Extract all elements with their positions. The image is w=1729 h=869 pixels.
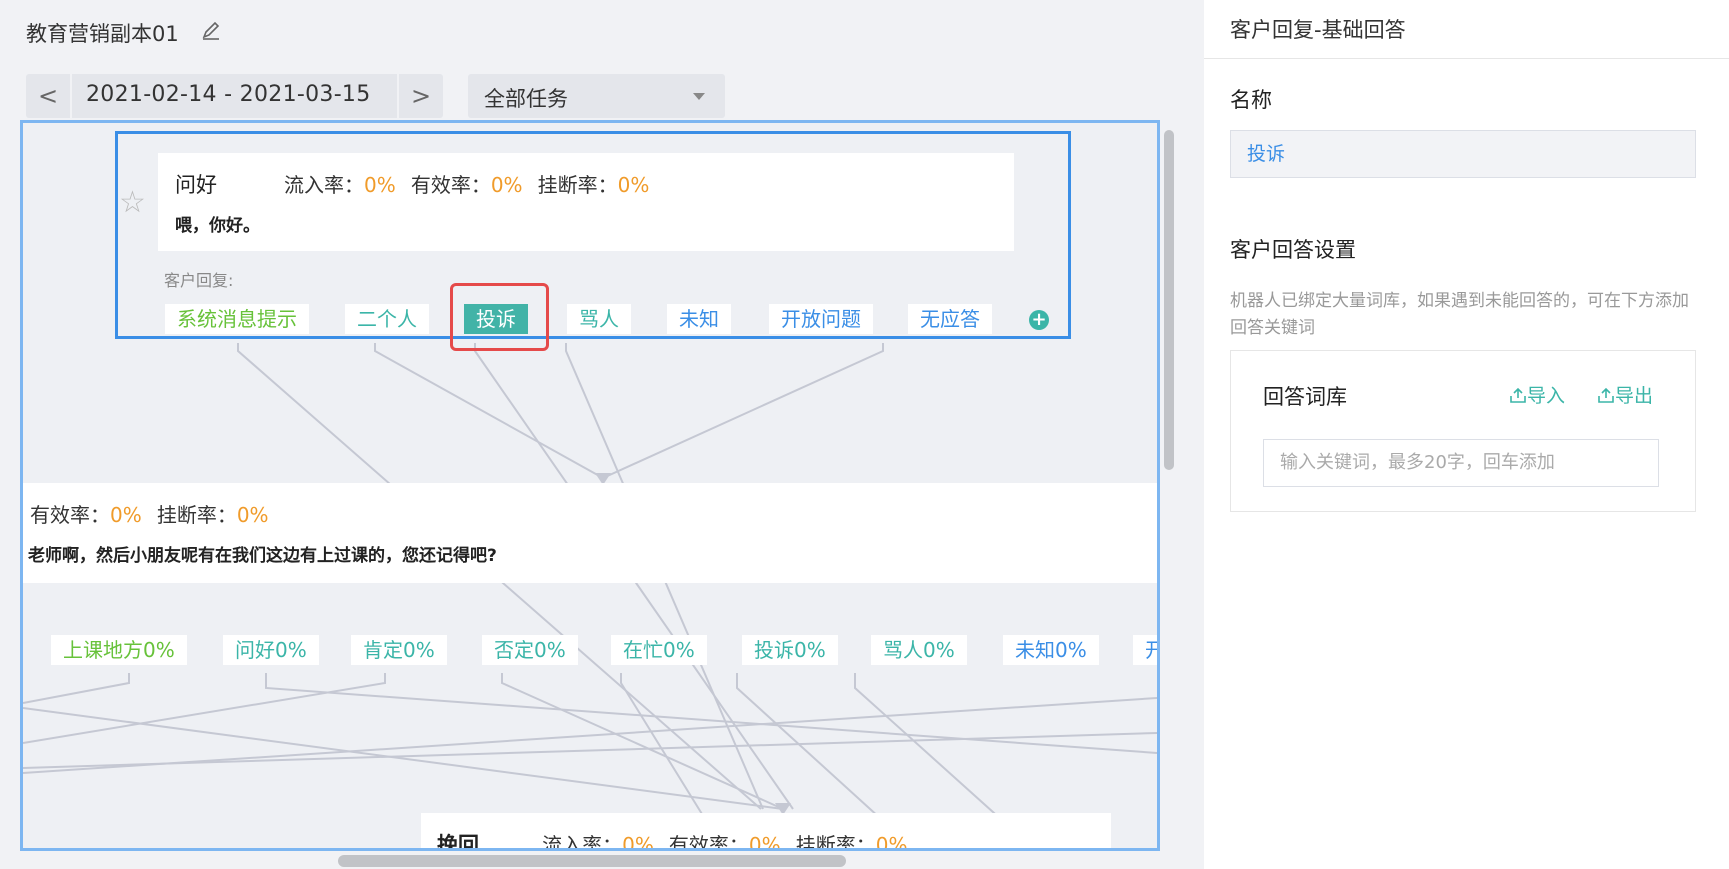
import-label: 导入 [1527,385,1566,407]
prev-date-button[interactable]: < [26,74,72,118]
export-label: 导出 [1615,385,1654,407]
chevron-left-icon: < [37,82,59,110]
reply-tag-busy[interactable]: 在忙0% [611,635,707,665]
node-name: 挽回 [437,833,479,851]
reply-tag-greeting[interactable]: 问好0% [223,635,319,665]
inflow-value: 0% [622,833,654,851]
flow-canvas[interactable]: 问好 流入率：0% 有效率：0% 挂断率：0% 喂，你好。 ☆ 客户回复: 系统… [20,120,1160,851]
valid-value: 0% [110,503,142,527]
import-icon [1510,387,1526,403]
horizontal-scrollbar[interactable] [338,855,846,867]
node-followup-card[interactable]: 有效率：0% 挂断率：0% 老师啊，然后小朋友呢有在我们这边有上过课的，您还记得… [23,483,1157,583]
hangup-value: 0% [236,503,269,527]
highlighted-tag-outline [450,283,549,351]
node-retain-card[interactable]: 挽回 流入率：0% 有效率：0% 挂断率：0% [421,813,1111,851]
valid-label: 有效率： [30,503,110,527]
edit-pencil-icon[interactable] [200,20,222,42]
export-button[interactable]: 导出 [1597,381,1653,408]
chevron-down-icon [693,93,705,100]
reply-tag-open-truncated[interactable]: 开 [1133,635,1157,665]
reply-settings-panel: 客户回复-基础回答 名称 投诉 客户回答设置 机器人已绑定大量词库，如果遇到未能… [1204,0,1729,869]
selected-node-outline [115,131,1071,339]
date-range-text: 2021-02-14 - 2021-03-15 [86,82,371,107]
reply-tag-unknown[interactable]: 未知0% [1003,635,1099,665]
answer-settings-hint: 机器人已绑定大量词库，如果遇到未能回答的，可在下方添加回答关键词 [1230,291,1689,338]
chevron-right-icon: > [410,82,432,110]
reply-tag-location[interactable]: 上课地方0% [51,635,187,665]
reply-tag-affirm[interactable]: 肯定0% [351,635,447,665]
valid-value: 0% [748,833,781,851]
valid-label: 有效率： [668,833,749,851]
flow-title: 教育营销副本01 [26,22,179,46]
next-date-button[interactable]: > [397,74,443,118]
divider [1204,58,1729,59]
keyword-input[interactable]: 输入关键词，最多20字，回车添加 [1263,439,1659,487]
hangup-label: 挂断率： [156,503,237,527]
node-header: 挽回 流入率：0% 有效率：0% 挂断率：0% [437,829,908,851]
reply-tag-deny[interactable]: 否定0% [482,635,578,665]
hangup-label: 挂断率： [795,833,876,851]
import-button[interactable]: 导入 [1509,381,1565,408]
date-range-picker[interactable]: < 2021-02-14 - 2021-03-15 > [26,74,443,118]
task-filter-select[interactable]: 全部任务 [468,74,725,118]
node-stats: 有效率：0% 挂断率：0% [30,499,269,528]
reply-tag-abuse[interactable]: 骂人0% [871,635,967,665]
name-field[interactable]: 投诉 [1230,130,1696,178]
task-filter-value: 全部任务 [484,87,568,111]
node-script-text: 老师啊，然后小朋友呢有在我们这边有上过课的，您还记得吧? [28,546,497,566]
name-label: 名称 [1230,88,1272,112]
export-icon [1598,387,1614,403]
hangup-value: 0% [875,833,908,851]
inflow-label: 流入率： [542,833,623,851]
panel-title: 客户回复-基础回答 [1230,18,1406,42]
answer-settings-title: 客户回答设置 [1230,238,1356,262]
vertical-scrollbar[interactable] [1164,130,1174,470]
reply-tag-complaint[interactable]: 投诉0% [742,635,838,665]
answer-library-box: 回答词库 导入 导出 输入关键词，最多20字，回车添加 [1230,350,1696,512]
library-title: 回答词库 [1263,385,1347,409]
